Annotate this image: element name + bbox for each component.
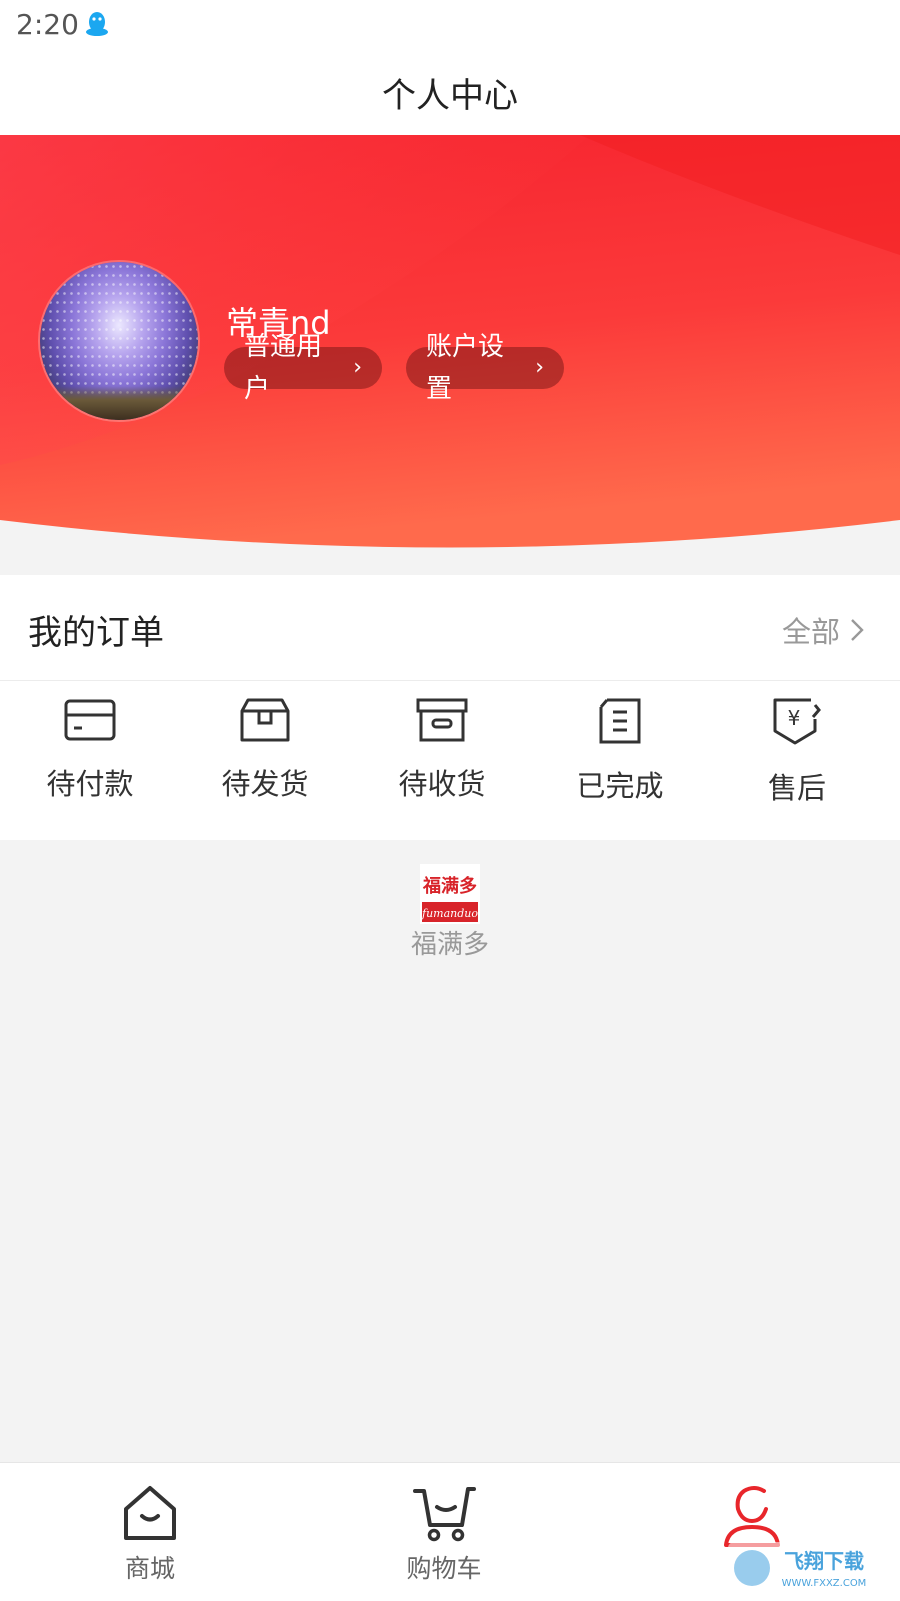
orders-header: 我的订单 全部 — [0, 575, 900, 681]
view-all-label: 全部 — [781, 615, 840, 649]
brand-logo: 福满多 fumanduo — [420, 864, 480, 924]
brand-logo-text: 福满多 — [422, 875, 477, 897]
chevron-right-icon: › — [353, 355, 362, 380]
watermark-logo: 飞翔下载 WWW.FXXZ.COM — [728, 1542, 888, 1594]
title-bar: 个人中心 — [0, 52, 900, 135]
order-status-label: 待付款 — [46, 767, 134, 801]
watermark-url: WWW.FXXZ.COM — [782, 1578, 867, 1589]
watermark-text: 飞翔下载 — [784, 1549, 864, 1573]
order-status-label: 售后 — [767, 771, 826, 805]
user-level-button[interactable]: 普通用户 › — [224, 332, 382, 404]
page-title: 个人中心 — [382, 76, 518, 116]
order-status-pending-shipment[interactable]: 待发货 — [175, 697, 355, 827]
chevron-right-icon: › — [535, 355, 544, 380]
nav-label: 商城 — [124, 1554, 175, 1583]
chevron-right-icon — [851, 619, 864, 641]
order-status-pending-receipt[interactable]: 待收货 — [352, 697, 532, 827]
nav-label: 购物车 — [406, 1554, 482, 1583]
svg-text:¥: ¥ — [788, 706, 801, 730]
account-settings-button[interactable]: 账户设置 › — [406, 332, 564, 404]
document-icon — [599, 698, 641, 744]
nav-item-profile[interactable] — [672, 1483, 832, 1547]
orders-title: 我的订单 — [28, 613, 164, 653]
order-status-label: 待发货 — [221, 767, 309, 801]
orders-card: 我的订单 全部 待付款 待发货 待收货 已完成 ¥ 售后 — [0, 575, 900, 840]
order-status-after-sales[interactable]: ¥ 售后 — [707, 697, 887, 827]
avatar-crowd — [40, 386, 198, 420]
status-bar: 2:20 — [0, 0, 900, 52]
nav-item-mall[interactable]: 商城 — [70, 1483, 230, 1585]
cart-icon — [413, 1487, 476, 1542]
card-icon — [64, 699, 116, 741]
order-status-label: 待收货 — [398, 767, 486, 801]
nav-item-cart[interactable]: 购物车 — [364, 1483, 524, 1585]
yen-shield-icon: ¥ — [773, 698, 821, 745]
brand-name: 福满多 — [410, 930, 489, 960]
box-icon — [240, 698, 290, 742]
brand-logo-subtext: fumanduo — [421, 907, 478, 920]
qq-penguin-icon — [86, 12, 108, 36]
avatar[interactable] — [40, 262, 198, 420]
home-icon — [124, 1486, 176, 1540]
order-status-completed[interactable]: 已完成 — [530, 697, 710, 827]
status-time: 2:20 — [16, 8, 79, 41]
profile-banner: 常青nd 普通用户 › 账户设置 › — [0, 135, 900, 575]
view-all-orders-link[interactable]: 全部 — [782, 609, 864, 651]
archive-box-icon — [416, 698, 468, 742]
account-settings-label: 账户设置 — [426, 332, 505, 404]
order-status-label: 已完成 — [576, 769, 664, 803]
order-status-pending-payment[interactable]: 待付款 — [0, 697, 180, 827]
user-level-label: 普通用户 — [244, 332, 323, 404]
user-icon — [724, 1486, 780, 1547]
